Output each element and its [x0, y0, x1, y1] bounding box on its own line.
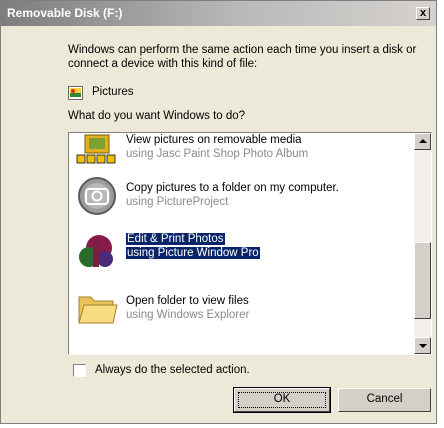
description-text: Windows can perform the same action each…	[68, 44, 417, 70]
arrow-up-icon	[419, 139, 427, 143]
window-title: Removable Disk (F:)	[7, 6, 123, 20]
cancel-button[interactable]: Cancel	[338, 388, 431, 412]
action-list-items: View pictures on removable media using J…	[69, 133, 414, 354]
action-title: View pictures on removable media	[126, 134, 302, 146]
arrow-down-icon	[419, 344, 427, 348]
question-text: What do you want Windows to do?	[68, 110, 246, 122]
action-subtitle: using Windows Explorer	[126, 309, 250, 321]
action-list[interactable]: View pictures on removable media using J…	[68, 132, 432, 355]
ok-button[interactable]: OK	[233, 387, 331, 413]
cancel-label: Cancel	[366, 393, 403, 405]
action-title: Open folder to view files	[126, 295, 249, 307]
close-button[interactable]: x	[416, 7, 430, 20]
scrollbar-thumb[interactable]	[414, 242, 431, 319]
action-title: Copy pictures to a folder on my computer…	[126, 182, 339, 194]
camera-icon	[78, 177, 116, 215]
list-item[interactable]: View pictures on removable media using J…	[69, 133, 414, 169]
action-subtitle: using PictureProject	[126, 196, 229, 208]
action-title: Edit & Print Photos	[126, 233, 225, 245]
autoplay-dialog: Removable Disk (F:) x Windows can perfor…	[0, 0, 437, 424]
scroll-down-button[interactable]	[414, 337, 431, 354]
action-subtitle: using Picture Window Pro	[126, 247, 260, 259]
picture-window-pro-icon	[79, 235, 113, 267]
focus-rect	[238, 392, 326, 408]
folder-icon	[78, 296, 118, 324]
vertical-scrollbar[interactable]	[414, 133, 431, 354]
list-item[interactable]: Copy pictures to a folder on my computer…	[69, 172, 414, 220]
scroll-up-button[interactable]	[414, 133, 431, 150]
content-type-label: Pictures	[92, 86, 134, 98]
pictures-icon	[68, 86, 83, 100]
title-bar[interactable]: Removable Disk (F:) x	[1, 1, 436, 26]
always-checkbox-label[interactable]: Always do the selected action.	[95, 364, 250, 376]
list-item[interactable]: Edit & Print Photos using Picture Window…	[69, 227, 414, 275]
action-subtitle: using Jasc Paint Shop Photo Album	[126, 148, 309, 160]
photo-album-icon	[76, 134, 116, 164]
list-item[interactable]: Open folder to view files using Windows …	[69, 283, 414, 331]
always-checkbox[interactable]	[73, 364, 86, 377]
